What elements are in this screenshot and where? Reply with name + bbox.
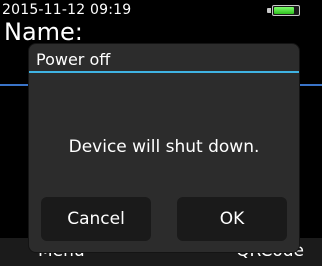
battery-level-fill bbox=[274, 7, 294, 14]
device-screen: 2015-11-12 09:19 Name: Menu QRCode Power… bbox=[0, 0, 322, 266]
dialog-title: Power off bbox=[36, 50, 111, 69]
battery-icon bbox=[272, 5, 300, 16]
power-off-dialog: Power off Device will shut down. Cancel … bbox=[29, 44, 299, 252]
name-label: Name: bbox=[4, 18, 83, 46]
battery-tip bbox=[267, 8, 271, 13]
ok-button[interactable]: OK bbox=[177, 197, 287, 241]
dialog-title-divider bbox=[29, 71, 299, 73]
timestamp: 2015-11-12 09:19 bbox=[2, 2, 132, 18]
dialog-message: Device will shut down. bbox=[68, 137, 260, 157]
cancel-button[interactable]: Cancel bbox=[41, 197, 151, 241]
